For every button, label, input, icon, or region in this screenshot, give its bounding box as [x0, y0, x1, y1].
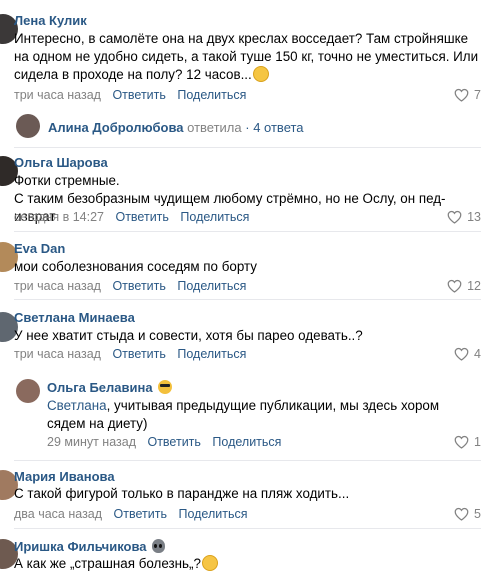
comment-text-line: Фотки стремные. — [14, 173, 120, 188]
comment-item: Ольга Шарова Фотки стремные. С таким без… — [0, 148, 501, 230]
heart-outline-icon — [454, 507, 469, 521]
comment-meta: два часа назад Ответить Поделиться — [14, 507, 256, 521]
thread-summary[interactable]: Алина Добролюбова ответила · 4 ответа — [48, 120, 304, 135]
comment-time[interactable]: три часа назад — [14, 347, 101, 361]
comment-text-body: мои соболезнования соседям по борту — [14, 259, 257, 274]
reply-button[interactable]: Ответить — [112, 347, 165, 361]
reply-button[interactable]: Ответить — [115, 210, 168, 224]
alien-icon — [151, 539, 165, 553]
comment-text: С такой фигурой только в парандже на пля… — [14, 485, 484, 503]
screaming-face-icon — [201, 555, 218, 571]
like-button[interactable]: 4 — [454, 347, 481, 361]
reply-item: Ольга Белавина Светлана, учитывая предыд… — [0, 370, 501, 460]
like-count: 12 — [467, 279, 481, 293]
reply-button[interactable]: Ответить — [112, 88, 165, 102]
like-count: 4 — [474, 347, 481, 361]
reply-button[interactable]: Ответить — [114, 507, 167, 521]
comment-item: Лена Кулик Интересно, в самолёте она на … — [0, 0, 501, 112]
comment-text: У нее хватит стыда и совести, хотя бы па… — [14, 327, 484, 345]
author-name[interactable]: Ольга Белавина — [47, 380, 153, 395]
share-button[interactable]: Поделиться — [180, 210, 249, 224]
comment-author[interactable]: Иришка Фильчикова — [14, 539, 165, 554]
comment-item: Светлана Минаева У нее хватит стыда и со… — [0, 300, 501, 370]
comment-item: Мария Иванова С такой фигурой только в п… — [0, 461, 501, 529]
comment-author[interactable]: Ольга Белавина — [47, 380, 172, 395]
share-button[interactable]: Поделиться — [212, 435, 281, 449]
comment-author[interactable]: Ольга Шарова — [14, 155, 108, 170]
comment-item: Иришка Фильчикова А как же „страшная бол… — [0, 529, 501, 577]
like-button[interactable]: 1 — [454, 435, 481, 449]
mention-link[interactable]: Светлана — [47, 398, 107, 413]
comment-text-body: У нее хватит стыда и совести, хотя бы па… — [14, 328, 363, 343]
like-count: 13 — [467, 210, 481, 224]
heart-outline-icon — [454, 88, 469, 102]
comment-text-body: А как же „страшная болезнь„? — [14, 556, 201, 571]
thread-verb: ответила — [187, 120, 242, 135]
comment-author[interactable]: Лена Кулик — [14, 13, 87, 28]
like-button[interactable]: 5 — [454, 507, 481, 521]
comment-meta: три часа назад Ответить Поделиться — [14, 279, 254, 293]
comment-time[interactable]: сегодня в 14:27 — [14, 210, 104, 224]
comment-text-body: Интересно, в самолёте она на двух кресла… — [14, 31, 479, 82]
thread-replies-row[interactable]: Алина Добролюбова ответила · 4 ответа — [0, 110, 501, 144]
heart-outline-icon — [454, 435, 469, 449]
comment-time[interactable]: три часа назад — [14, 88, 101, 102]
comment-text: Светлана, учитывая предыдущие публикации… — [47, 397, 477, 433]
like-button[interactable]: 7 — [454, 88, 481, 102]
like-button[interactable]: 12 — [447, 279, 481, 293]
share-button[interactable]: Поделиться — [177, 279, 246, 293]
thinking-face-icon — [252, 66, 269, 82]
comment-meta: 29 минут назад Ответить Поделиться — [47, 435, 289, 449]
like-count: 1 — [474, 435, 481, 449]
share-button[interactable]: Поделиться — [178, 507, 247, 521]
like-button[interactable]: 13 — [447, 210, 481, 224]
avatar[interactable] — [16, 379, 40, 403]
author-name[interactable]: Иришка Фильчикова — [14, 539, 147, 554]
comment-meta: три часа назад Ответить Поделиться — [14, 347, 254, 361]
comment-text: Интересно, в самолёте она на двух кресла… — [14, 30, 484, 84]
share-button[interactable]: Поделиться — [177, 88, 246, 102]
like-count: 5 — [474, 507, 481, 521]
heart-outline-icon — [447, 210, 462, 224]
comment-text-body: , учитывая предыдущие публикации, мы зде… — [47, 398, 440, 431]
comment-author[interactable]: Eva Dan — [14, 241, 65, 256]
thread-author[interactable]: Алина Добролюбова — [48, 120, 184, 135]
sunglasses-face-icon — [157, 380, 172, 394]
comment-meta: три часа назад Ответить Поделиться — [14, 88, 254, 102]
comment-time[interactable]: три часа назад — [14, 279, 101, 293]
comment-text: А как же „страшная болезнь„? — [14, 555, 484, 573]
comment-text-body: С такой фигурой только в парандже на пля… — [14, 486, 350, 501]
like-count: 7 — [474, 88, 481, 102]
comment-item: Eva Dan мои соболезнования соседям по бо… — [0, 232, 501, 300]
avatar[interactable] — [16, 114, 40, 138]
comment-author[interactable]: Светлана Минаева — [14, 310, 135, 325]
comment-meta: сегодня в 14:27 Ответить Поделиться — [14, 210, 257, 224]
comment-author[interactable]: Мария Иванова — [14, 469, 115, 484]
comment-text: мои соболезнования соседям по борту — [14, 258, 484, 276]
reply-button[interactable]: Ответить — [147, 435, 200, 449]
comment-time[interactable]: 29 минут назад — [47, 435, 136, 449]
share-button[interactable]: Поделиться — [177, 347, 246, 361]
reply-button[interactable]: Ответить — [112, 279, 165, 293]
heart-outline-icon — [447, 279, 462, 293]
heart-outline-icon — [454, 347, 469, 361]
thread-count[interactable]: · 4 ответа — [245, 120, 303, 135]
comment-time[interactable]: два часа назад — [14, 507, 102, 521]
